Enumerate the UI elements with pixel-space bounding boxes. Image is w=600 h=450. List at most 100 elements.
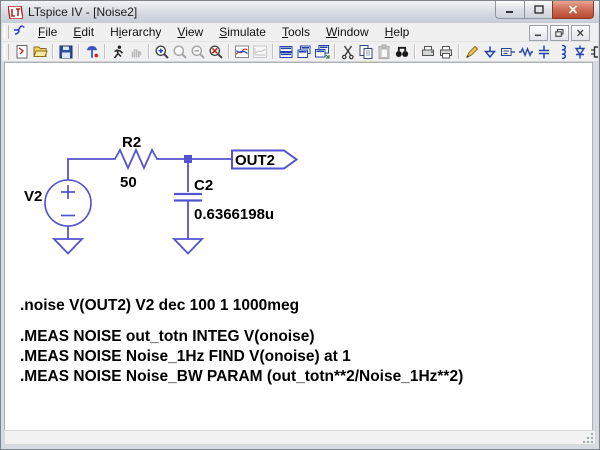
find-icon bbox=[394, 44, 410, 60]
close-icon bbox=[568, 5, 578, 14]
place-component-button[interactable] bbox=[589, 43, 598, 61]
place-resistor-icon bbox=[518, 44, 534, 60]
place-ground-button[interactable] bbox=[481, 43, 499, 61]
toolbar-separator bbox=[228, 44, 230, 59]
ltspice-window: LTspice IV - [Noise2] FileEditHierarchyV… bbox=[0, 0, 600, 450]
run-icon bbox=[110, 44, 126, 60]
plot-settings-button[interactable] bbox=[233, 43, 251, 61]
menu-item-tools[interactable]: Tools bbox=[274, 23, 318, 41]
print-icon bbox=[438, 44, 454, 60]
cascade-windows-icon bbox=[314, 44, 330, 60]
capacitor-value-label[interactable]: 0.6366198u bbox=[194, 206, 274, 223]
zoom-out-button[interactable] bbox=[189, 43, 207, 61]
save-icon bbox=[58, 44, 74, 60]
save-button[interactable] bbox=[57, 43, 75, 61]
menu-item-help[interactable]: Help bbox=[377, 23, 418, 41]
meas-directive-2[interactable]: .MEAS NOISE Noise_1Hz FIND V(onoise) at … bbox=[20, 348, 351, 365]
place-capacitor-button[interactable] bbox=[535, 43, 553, 61]
minimize-button[interactable] bbox=[495, 1, 525, 19]
place-resistor-button[interactable] bbox=[517, 43, 535, 61]
close-button[interactable] bbox=[552, 1, 594, 19]
place-component-icon bbox=[590, 44, 598, 60]
autorange-button[interactable] bbox=[251, 43, 269, 61]
place-ground-icon bbox=[482, 44, 498, 60]
plot-settings-icon bbox=[234, 44, 250, 60]
label-net-button[interactable] bbox=[499, 43, 517, 61]
voltage-source-v2[interactable] bbox=[45, 159, 109, 254]
schematic-canvas[interactable]: V2 R2 50 C2 0.6366198u OUT2 .noise V(OUT… bbox=[4, 62, 593, 433]
new-schematic-button[interactable] bbox=[13, 43, 31, 61]
capacitor-ref-label[interactable]: C2 bbox=[194, 177, 213, 194]
print-preview-button[interactable] bbox=[419, 43, 437, 61]
toolbar-separator bbox=[414, 44, 416, 59]
resize-grip[interactable] bbox=[583, 432, 594, 443]
place-diode-button[interactable] bbox=[571, 43, 589, 61]
menu-item-window[interactable]: Window bbox=[318, 23, 377, 41]
cut-button[interactable] bbox=[339, 43, 357, 61]
noise-directive[interactable]: .noise V(OUT2) V2 dec 100 1 1000meg bbox=[20, 297, 299, 314]
source-ref-label[interactable]: V2 bbox=[24, 188, 42, 205]
ground-symbol bbox=[54, 239, 82, 254]
cascade-windows-button[interactable] bbox=[313, 43, 331, 61]
menu-item-simulate[interactable]: Simulate bbox=[211, 23, 274, 41]
copy-button[interactable] bbox=[357, 43, 375, 61]
zoom-full-extents-icon bbox=[208, 44, 224, 60]
control-panel-icon bbox=[84, 44, 100, 60]
zoom-back-button[interactable] bbox=[171, 43, 189, 61]
halt-button[interactable] bbox=[127, 43, 145, 61]
mdi-minimize-icon bbox=[534, 29, 543, 37]
resistor-value-label[interactable]: 50 bbox=[120, 174, 137, 191]
draw-wire-button[interactable] bbox=[463, 43, 481, 61]
autorange-icon bbox=[252, 44, 268, 60]
menu-grip[interactable] bbox=[4, 25, 9, 39]
print-button[interactable] bbox=[437, 43, 455, 61]
zoom-in-button[interactable] bbox=[153, 43, 171, 61]
place-inductor-button[interactable] bbox=[553, 43, 571, 61]
toolbar-icons bbox=[13, 43, 598, 61]
open-file-button[interactable] bbox=[31, 43, 49, 61]
place-diode-icon bbox=[572, 44, 588, 60]
menu-items: FileEditHierarchyViewSimulateToolsWindow… bbox=[30, 23, 417, 41]
label-net-icon bbox=[500, 44, 516, 60]
new-schematic-icon bbox=[14, 44, 30, 60]
menu-item-hierarchy[interactable]: Hierarchy bbox=[102, 23, 169, 41]
toolbar-grip[interactable] bbox=[4, 44, 9, 60]
control-panel-button[interactable] bbox=[83, 43, 101, 61]
mdi-close-button[interactable] bbox=[571, 25, 590, 41]
meas-directive-1[interactable]: .MEAS NOISE out_totn INTEG V(onoise) bbox=[20, 328, 315, 345]
toolbar-separator bbox=[78, 44, 80, 59]
zoom-in-icon bbox=[154, 44, 170, 60]
mdi-minimize-button[interactable] bbox=[529, 25, 548, 41]
menu-item-view[interactable]: View bbox=[169, 23, 211, 41]
run-button[interactable] bbox=[109, 43, 127, 61]
maximize-button[interactable] bbox=[524, 1, 553, 19]
print-preview-icon bbox=[420, 44, 436, 60]
open-file-icon bbox=[32, 44, 48, 60]
toolbar-separator bbox=[148, 44, 150, 59]
window-title: LTspice IV - [Noise2] bbox=[28, 5, 137, 19]
menu-item-edit[interactable]: Edit bbox=[65, 23, 102, 41]
draw-wire-icon bbox=[464, 44, 480, 60]
ground-symbol bbox=[174, 239, 202, 254]
mdi-restore-button[interactable] bbox=[550, 25, 569, 41]
mdi-restore-icon bbox=[555, 29, 564, 37]
resistor-ref-label[interactable]: R2 bbox=[122, 134, 141, 151]
meas-directive-3[interactable]: .MEAS NOISE Noise_BW PARAM (out_totn**2/… bbox=[20, 368, 463, 385]
zoom-out-icon bbox=[190, 44, 206, 60]
cut-icon bbox=[340, 44, 356, 60]
toolbar bbox=[2, 42, 598, 62]
title-bar[interactable]: LTspice IV - [Noise2] bbox=[1, 1, 599, 23]
tile-vertically-button[interactable] bbox=[277, 43, 295, 61]
menu-item-file[interactable]: File bbox=[30, 23, 65, 41]
place-inductor-icon bbox=[554, 44, 570, 60]
paste-button[interactable] bbox=[375, 43, 393, 61]
tile-vertically-icon bbox=[278, 44, 294, 60]
port-label[interactable]: OUT2 bbox=[235, 152, 275, 169]
tile-horizontally-button[interactable] bbox=[295, 43, 313, 61]
tile-horizontally-icon bbox=[296, 44, 312, 60]
resistor-r2[interactable] bbox=[109, 150, 163, 168]
find-button[interactable] bbox=[393, 43, 411, 61]
paste-icon bbox=[376, 44, 392, 60]
zoom-full-extents-button[interactable] bbox=[207, 43, 225, 61]
zoom-back-icon bbox=[172, 44, 188, 60]
